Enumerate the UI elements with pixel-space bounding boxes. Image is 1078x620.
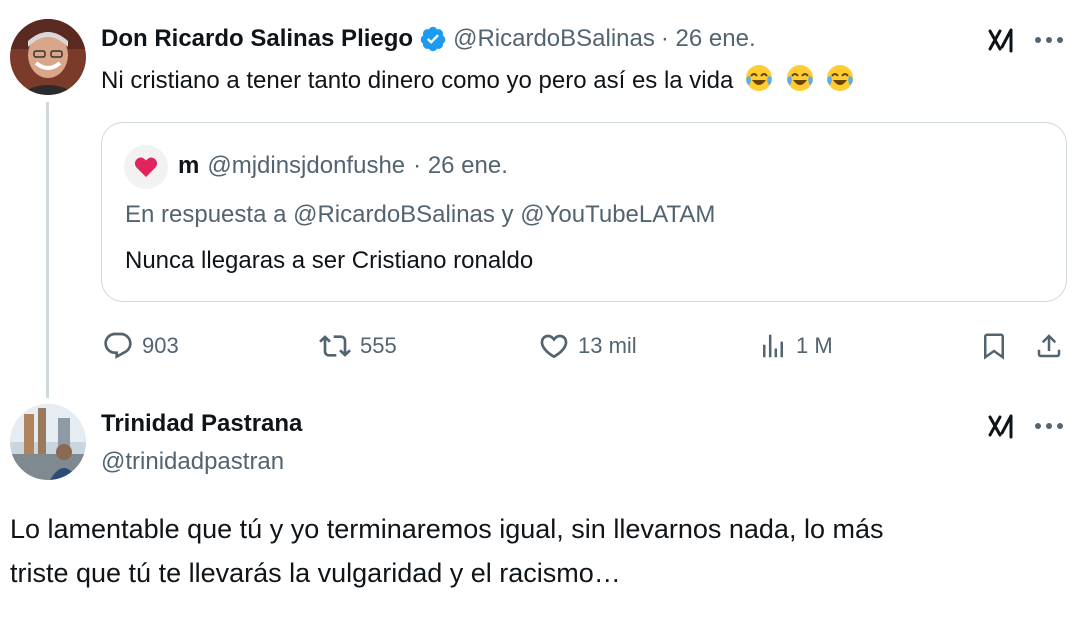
tweet-2[interactable]: Trinidad Pastrana @trinidadpastran Lo la… [0,400,1078,620]
author-name[interactable]: Trinidad Pastrana [101,410,302,438]
author-name[interactable]: Don Ricardo Salinas Pliego [101,25,413,53]
grok-icon[interactable] [985,24,1017,56]
quote-author-name[interactable]: m [178,152,199,180]
share-button[interactable] [1032,330,1066,362]
reply-icon [102,330,134,362]
views-button[interactable]: 1 M [758,330,833,362]
tweet-header: Don Ricardo Salinas Pliego @RicardoBSali… [101,22,756,56]
tweet-date[interactable]: · 26 ene. [661,25,756,53]
like-count: 13 mil [578,333,637,358]
quote-avatar[interactable] [124,145,168,189]
quote-header: m @mjdinsjdonfushe · 26 ene. [178,152,508,180]
tweet-text: Ni cristiano a tener tanto dinero como y… [101,63,855,97]
tweet-text-line-2: triste que tú te llevarás la vulgaridad … [10,558,621,588]
avatar[interactable] [10,404,86,480]
retweet-count: 555 [360,333,397,358]
retweet-icon [318,330,352,362]
more-options-icon[interactable] [1032,26,1066,54]
reply-button[interactable]: 903 [102,330,179,362]
views-count: 1 M [796,333,833,358]
grok-icon[interactable] [985,410,1017,442]
author-handle[interactable]: @RicardoBSalinas [453,25,655,53]
verified-badge-icon [419,25,447,53]
quote-author-handle[interactable]: @mjdinsjdonfushe [207,152,405,180]
bookmark-icon [979,331,1009,361]
tweet-1[interactable]: Don Ricardo Salinas Pliego @RicardoBSali… [0,0,1078,400]
author-handle[interactable]: @trinidadpastran [101,448,284,476]
more-options-icon[interactable] [1032,412,1066,440]
quoted-tweet-card[interactable]: m @mjdinsjdonfushe · 26 ene. En respuest… [101,122,1067,302]
bookmark-button[interactable] [978,330,1010,362]
heart-icon [134,156,158,178]
quote-date[interactable]: · 26 ene. [413,152,508,180]
joy-emoji-icon [740,65,855,94]
like-button[interactable]: 13 mil [538,330,637,362]
retweet-button[interactable]: 555 [318,330,397,362]
reply-count: 903 [142,333,179,358]
views-chart-icon [758,330,788,362]
heart-outline-icon [538,330,570,362]
quote-reply-to[interactable]: En respuesta a @RicardoBSalinas y @YouTu… [125,201,715,229]
thread-line [46,102,49,398]
quote-text: Nunca llegaras a ser Cristiano ronaldo [125,247,534,274]
share-icon [1034,331,1064,361]
tweet-text-line-1: Lo lamentable que tú y yo terminaremos i… [10,514,884,544]
avatar[interactable] [10,19,86,95]
